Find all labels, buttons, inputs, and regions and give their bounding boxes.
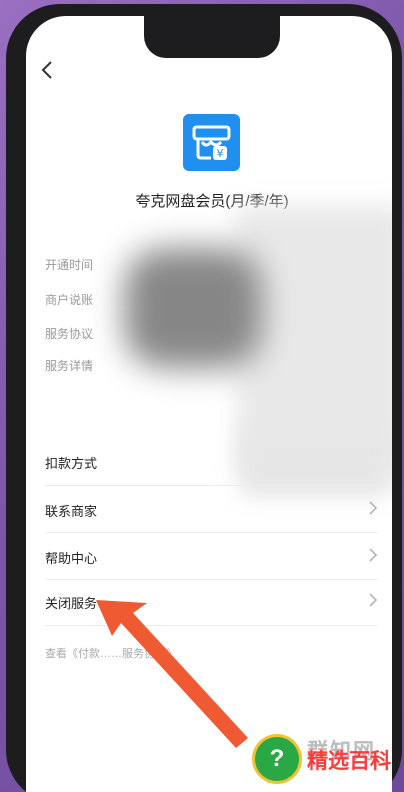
watermark-url: booso.com bbox=[309, 773, 373, 788]
watermark-badge-icon: ? bbox=[255, 737, 299, 781]
watermark-tagline: 精选百科 bbox=[307, 750, 391, 773]
annotation-arrow-icon bbox=[96, 600, 248, 748]
watermark: ? 群知网 精选百科 booso.com bbox=[245, 733, 404, 792]
